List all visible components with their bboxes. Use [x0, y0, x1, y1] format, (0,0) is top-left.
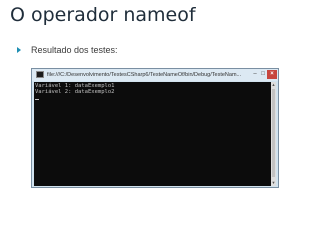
scroll-up-icon[interactable]: ▲: [271, 82, 276, 88]
scroll-down-icon[interactable]: ▼: [271, 180, 276, 186]
console-window: file:///C:/Desenvolvimento/TestesCSharp6…: [31, 68, 279, 188]
triangle-bullet-icon: [17, 47, 21, 53]
maximize-button[interactable]: □: [259, 70, 267, 79]
bullet-text: Resultado dos testes:: [31, 45, 118, 55]
close-button[interactable]: ×: [267, 70, 277, 79]
window-titlebar[interactable]: file:///C:/Desenvolvimento/TestesCSharp6…: [32, 69, 278, 81]
window-title: file:///C:/Desenvolvimento/TestesCSharp6…: [47, 72, 242, 78]
scrollbar-thumb[interactable]: [272, 89, 275, 177]
minimize-button[interactable]: –: [251, 70, 259, 79]
console-cursor: [35, 99, 39, 100]
bullet-item: Resultado dos testes:: [17, 44, 118, 56]
console-output-area[interactable]: Variável 1: dataExemplo1 Variável 2: dat…: [34, 82, 276, 186]
vertical-scrollbar[interactable]: ▲ ▼: [271, 82, 276, 186]
console-app-icon[interactable]: [36, 71, 44, 78]
slide-title: O operador nameof: [10, 4, 196, 26]
console-line: Variável 2: dataExemplo2: [35, 89, 115, 95]
